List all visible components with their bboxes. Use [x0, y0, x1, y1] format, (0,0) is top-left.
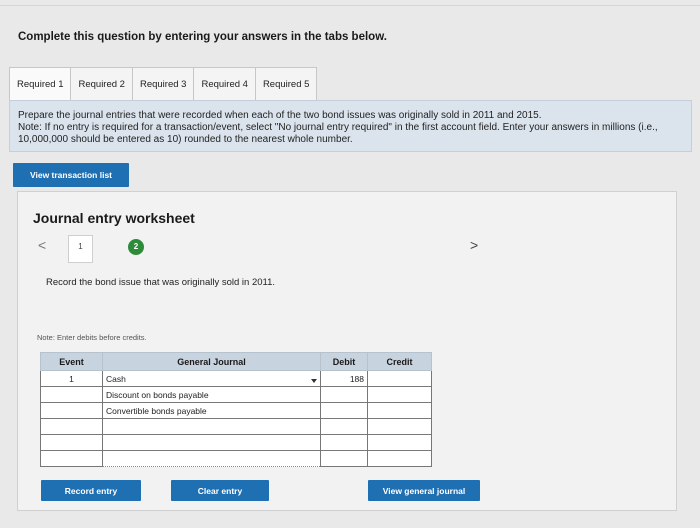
- debit-input[interactable]: [320, 386, 368, 403]
- account-value: Cash: [106, 373, 126, 384]
- header-general-journal: General Journal: [102, 352, 321, 371]
- credit-input[interactable]: [367, 450, 432, 467]
- header-debit: Debit: [320, 352, 368, 371]
- chevron-left-icon[interactable]: <: [38, 237, 46, 253]
- debit-input[interactable]: [320, 418, 368, 435]
- dropdown-arrow-icon[interactable]: [311, 378, 317, 383]
- account-select[interactable]: Cash: [102, 370, 321, 387]
- tab-required-1[interactable]: Required 1: [9, 67, 72, 100]
- account-select[interactable]: Discount on bonds payable: [102, 386, 321, 403]
- debit-input[interactable]: [320, 450, 368, 467]
- event-cell: 1: [40, 370, 103, 387]
- step-2-active[interactable]: 2: [128, 239, 144, 255]
- debit-input[interactable]: [320, 434, 368, 451]
- tab-required-5[interactable]: Required 5: [254, 67, 318, 100]
- view-transaction-list-button[interactable]: View transaction list: [13, 163, 129, 187]
- journal-table: Event General Journal Debit Credit 1 Cas…: [40, 352, 432, 467]
- top-divider: [0, 5, 700, 6]
- event-cell: [40, 418, 103, 435]
- clear-entry-button[interactable]: Clear entry: [171, 480, 269, 501]
- event-cell: [40, 434, 103, 451]
- tab-required-2[interactable]: Required 2: [70, 67, 133, 100]
- debit-input[interactable]: 188: [320, 370, 368, 387]
- event-cell: [40, 450, 103, 467]
- event-cell: [40, 386, 103, 403]
- tab-required-3[interactable]: Required 3: [131, 67, 195, 100]
- account-select[interactable]: [102, 434, 321, 451]
- header-event: Event: [40, 352, 103, 371]
- event-cell: [40, 402, 103, 419]
- table-row: [40, 418, 432, 435]
- table-row: [40, 434, 432, 451]
- question-title: Complete this question by entering your …: [18, 31, 387, 43]
- tab-bar: Required 1 Required 2 Required 3 Require…: [9, 67, 318, 100]
- table-row: Discount on bonds payable: [40, 386, 432, 403]
- instructions-panel: Prepare the journal entries that were re…: [9, 100, 692, 152]
- credit-input[interactable]: [367, 402, 432, 419]
- record-instruction: Record the bond issue that was originall…: [46, 277, 276, 288]
- header-credit: Credit: [367, 352, 432, 371]
- table-row: [40, 450, 432, 467]
- account-select[interactable]: Convertible bonds payable: [102, 402, 321, 419]
- chevron-right-icon[interactable]: >: [470, 237, 478, 253]
- journal-entry-worksheet: Journal entry worksheet < 1 2 > Record t…: [17, 191, 677, 511]
- debit-input[interactable]: [320, 402, 368, 419]
- step-1[interactable]: 1: [68, 235, 93, 263]
- credit-input[interactable]: [367, 418, 432, 435]
- account-select[interactable]: [102, 450, 321, 467]
- instructions-note: Note: If no entry is required for a tran…: [18, 122, 658, 145]
- table-row: Convertible bonds payable: [40, 402, 432, 419]
- debits-note: Note: Enter debits before credits.: [37, 333, 147, 342]
- tab-required-4[interactable]: Required 4: [193, 67, 256, 100]
- credit-input[interactable]: [367, 434, 432, 451]
- record-entry-button[interactable]: Record entry: [41, 480, 141, 501]
- worksheet-title: Journal entry worksheet: [33, 210, 195, 226]
- instructions-text: Prepare the journal entries that were re…: [18, 110, 542, 121]
- credit-input[interactable]: [367, 386, 432, 403]
- view-general-journal-button[interactable]: View general journal: [368, 480, 480, 501]
- credit-input[interactable]: [367, 370, 432, 387]
- table-row: 1 Cash 188: [40, 370, 432, 387]
- account-select[interactable]: [102, 418, 321, 435]
